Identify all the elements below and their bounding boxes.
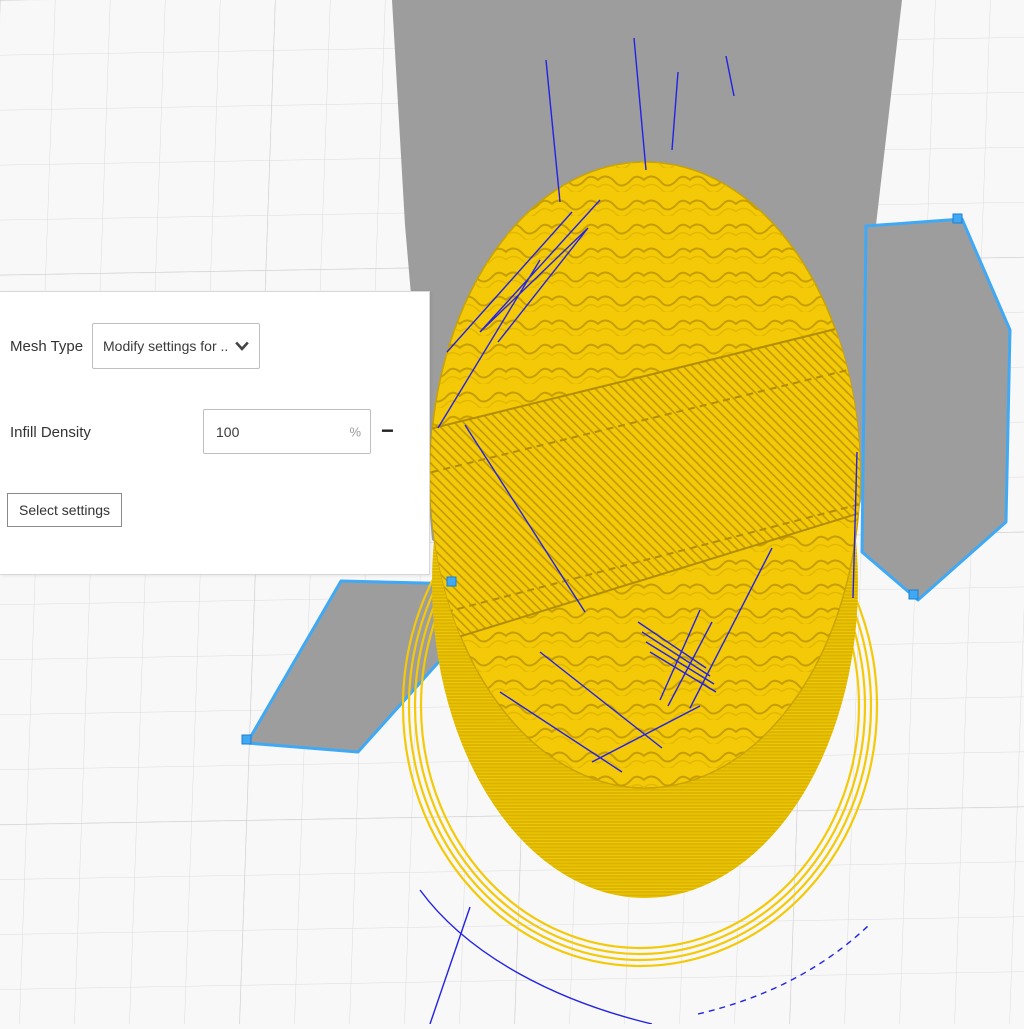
mesh-type-dropdown[interactable]: Modify settings for ... — [92, 323, 260, 369]
chevron-down-icon — [235, 341, 249, 351]
remove-setting-button[interactable]: − — [381, 418, 394, 444]
infill-density-label: Infill Density — [10, 424, 91, 441]
mesh-type-label: Mesh Type — [10, 338, 83, 355]
infill-density-field-wrap: % — [203, 409, 371, 454]
select-settings-button[interactable]: Select settings — [7, 493, 122, 527]
per-model-settings-panel: Mesh Type Modify settings for ... Infill… — [0, 291, 430, 575]
mesh-type-value: Modify settings for ... — [103, 338, 229, 354]
infill-density-input[interactable] — [203, 409, 371, 454]
